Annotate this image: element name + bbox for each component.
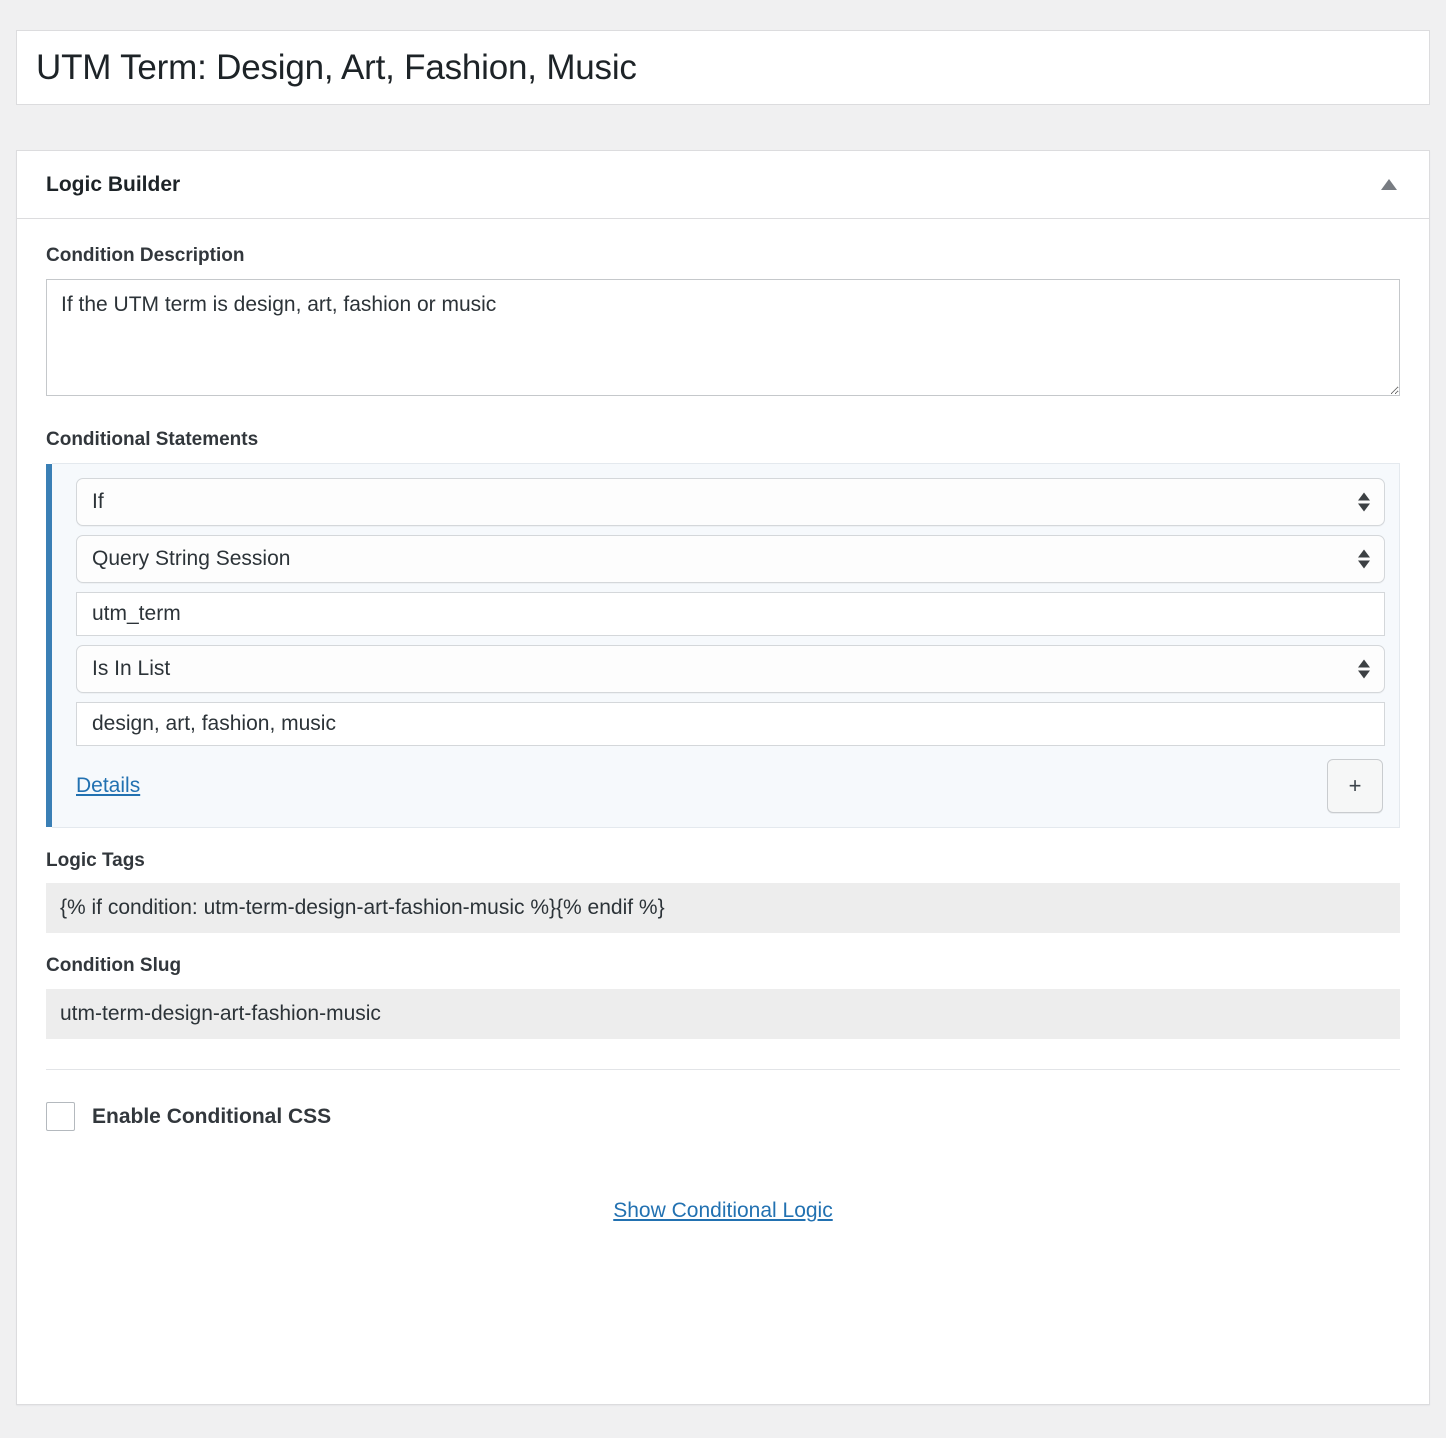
select-arrows-icon xyxy=(1358,492,1370,512)
conjunction-select-value: If xyxy=(92,489,104,513)
collapse-panel-button[interactable] xyxy=(1371,167,1407,203)
triangle-up-icon xyxy=(1381,179,1397,190)
statement-row xyxy=(76,701,1385,746)
condition-description-label: Condition Description xyxy=(46,245,245,266)
logic-builder-page: UTM Term: Design, Art, Fashion, Music Lo… xyxy=(0,0,1446,1438)
section-divider xyxy=(46,1069,1400,1071)
statement-row: Is In List xyxy=(76,644,1385,693)
parameter-input[interactable] xyxy=(76,591,1385,636)
group-accent-bar xyxy=(46,463,52,827)
select-arrows-icon xyxy=(1358,659,1370,679)
panel-header: Logic Builder xyxy=(17,151,1429,219)
add-statement-button[interactable]: + xyxy=(1327,758,1383,813)
condition-description-textarea[interactable] xyxy=(46,278,1400,396)
operator-select-value: Is In List xyxy=(92,656,171,680)
logic-builder-panel: Logic Builder Condition Description Cond… xyxy=(16,150,1430,1405)
operator-select[interactable]: Is In List xyxy=(76,644,1385,693)
statement-row xyxy=(76,591,1385,636)
enable-conditional-css-label[interactable]: Enable Conditional CSS xyxy=(92,1105,331,1129)
condition-slug-label: Condition Slug xyxy=(46,955,182,977)
page-title-panel: UTM Term: Design, Art, Fashion, Music xyxy=(16,30,1430,105)
conditional-statements-group: If Query String Session utm_term Is In L… xyxy=(46,462,1400,828)
statement-footer: Details + xyxy=(76,758,1385,813)
source-select[interactable]: Query String Session xyxy=(76,534,1385,583)
panel-footer: Show Conditional Logic xyxy=(46,1199,1400,1233)
conditional-css-row: Enable Conditional CSS xyxy=(46,1102,1400,1132)
statement-row: Query String Session xyxy=(76,534,1385,583)
logic-tags-label: Logic Tags xyxy=(46,849,145,871)
conjunction-select[interactable]: If xyxy=(76,477,1385,526)
comparison-value-input[interactable] xyxy=(76,701,1385,746)
condition-slug-value[interactable]: utm-term-design-art-fashion-music xyxy=(46,989,1400,1040)
panel-title: Logic Builder xyxy=(46,172,181,196)
logic-tags-value[interactable]: {% if condition: utm-term-design-art-fas… xyxy=(46,883,1400,934)
page-title: UTM Term: Design, Art, Fashion, Music xyxy=(36,48,637,87)
statement-row: If xyxy=(76,477,1385,526)
details-link[interactable]: Details xyxy=(76,775,140,796)
source-select-value: Query String Session xyxy=(92,546,291,570)
panel-body: Condition Description Conditional Statem… xyxy=(17,219,1429,1233)
conditional-statements-label: Conditional Statements xyxy=(46,428,259,450)
select-arrows-icon xyxy=(1358,549,1370,569)
enable-conditional-css-checkbox[interactable] xyxy=(46,1102,75,1132)
show-conditional-logic-link[interactable]: Show Conditional Logic xyxy=(613,1199,832,1223)
